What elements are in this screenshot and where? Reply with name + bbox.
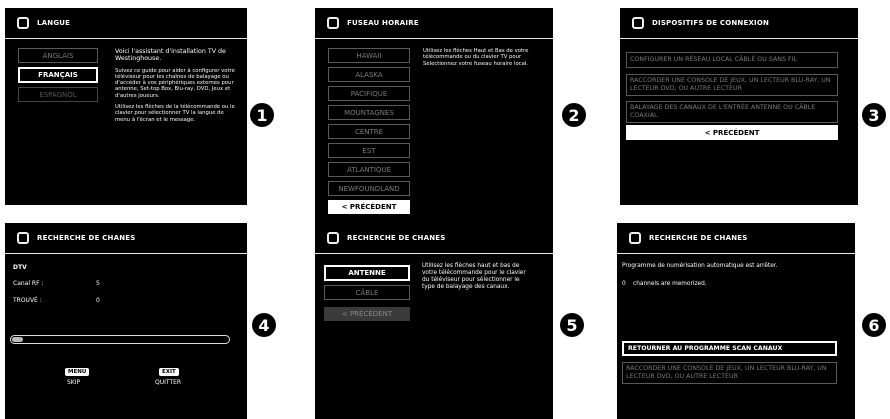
screen-title: FUSEAU HORAIRE [347, 19, 419, 27]
step-badge-4: 4 [252, 313, 276, 337]
scan-progress-fill [12, 337, 23, 342]
screen-recherche-progress: RECHERCHE DE CHANES DTV Canal RF : 5 TRO… [5, 223, 247, 419]
back-button[interactable]: < PRÉCÉDENT [324, 307, 410, 321]
screen-recherche-type: RECHERCHE DE CHANES ANTENNE CÂBLE < PRÉC… [315, 223, 553, 419]
option-espagnol[interactable]: ESPAGNOL [18, 87, 98, 102]
exit-key[interactable]: EXIT [159, 368, 179, 376]
step-badge-2: 2 [562, 103, 586, 127]
checkbox-icon [629, 232, 641, 244]
option-anglais[interactable]: ANGLAIS [18, 48, 98, 63]
header-divider [620, 38, 858, 39]
checkbox-icon [327, 232, 339, 244]
screen-fuseau-horaire: FUSEAU HORAIRE HAWAII ALASKA PACIFIQUE M… [315, 8, 553, 237]
screen-header: DISPOSITIFS DE CONNEXION [632, 17, 769, 29]
menu-key[interactable]: MENU [65, 368, 90, 376]
screen-title: LANGUE [37, 19, 71, 27]
screen-header: LANGUE [17, 17, 70, 29]
description: Voici l'assistant d'installation TV de W… [115, 48, 239, 128]
screen-recherche-terminee: RECHERCHE DE CHANES Programme de numéris… [617, 223, 855, 419]
header-divider [617, 253, 855, 254]
desc-guide: Suivez ce guide pour aider à configurer … [115, 67, 235, 99]
screen-title: RECHERCHE DE CHANES [347, 234, 446, 242]
checkbox-icon [17, 232, 29, 244]
header-divider [315, 38, 553, 39]
description: Utilisez les flèches Haut et Bas de votr… [423, 48, 529, 67]
screen-title: RECHERCHE DE CHANES [649, 234, 748, 242]
skip-label: SKIP [67, 379, 81, 386]
scan-progress-bar [10, 335, 230, 344]
option-retourner-scan[interactable]: RETOURNER AU PROGRAMME SCAN CANAUX [622, 341, 837, 356]
tz-option-alaska[interactable]: ALASKA [328, 67, 410, 82]
screen-langue: LANGUE ANGLAIS FRANÇAIS ESPAGNOL Voici l… [5, 8, 247, 205]
option-francais[interactable]: FRANÇAIS [18, 67, 98, 83]
back-button[interactable]: < PRÉCÉDENT [626, 125, 838, 140]
screen-title: DISPOSITIFS DE CONNEXION [652, 19, 770, 27]
desc-intro: Voici l'assistant d'installation TV de W… [115, 48, 226, 63]
step-badge-6: 6 [862, 313, 886, 337]
tz-option-pacifique[interactable]: PACIFIQUE [328, 86, 410, 101]
trouve-value: 0 [96, 297, 100, 304]
checkbox-icon [632, 17, 644, 29]
checkbox-icon [17, 17, 29, 29]
screen-header: FUSEAU HORAIRE [327, 17, 419, 29]
desc-instructions: Utilisez les flèches de la télécommande … [115, 104, 235, 123]
step-badge-3: 3 [862, 103, 886, 127]
channels-memorized-text: 0 channels are memorized. [622, 281, 707, 287]
tz-option-atlantique[interactable]: ATLANTIQUE [328, 162, 410, 177]
option-raccorder-console[interactable]: RACCORDER UNE CONSOLE DE JEUX, UN LECTEU… [622, 362, 837, 384]
canal-rf-label: Canal RF : [13, 280, 44, 287]
quitter-label: QUITTER [155, 379, 182, 386]
tz-option-hawaii[interactable]: HAWAII [328, 48, 410, 63]
step-badge-1: 1 [250, 103, 274, 127]
checkbox-icon [327, 17, 339, 29]
screen-header: RECHERCHE DE CHANES [17, 232, 135, 244]
canal-rf-value: 5 [96, 280, 100, 287]
screen-title: RECHERCHE DE CHANES [37, 234, 136, 242]
description: Utilisez les flèches haut et bas de votr… [422, 263, 526, 290]
trouve-label: TROUVÉ : [13, 297, 42, 304]
header-divider [315, 253, 553, 254]
header-divider [5, 38, 247, 39]
tz-option-mountagnes[interactable]: MOUNTAGNES [328, 105, 410, 120]
tz-option-newfoundland[interactable]: NEWFOUNDLAND [328, 181, 410, 196]
option-reseau-local[interactable]: CONFIGURER UN RÉSEAU LOCAL CÂBLÉ OU SANS… [626, 52, 838, 68]
step-badge-5: 5 [560, 313, 584, 337]
option-cable[interactable]: CÂBLE [324, 285, 410, 300]
screen-dispositifs-connexion: DISPOSITIFS DE CONNEXION CONFIGURER UN R… [620, 8, 858, 205]
option-balayage-canaux[interactable]: BALAYAGE DES CANAUX DE L'ENTRÉE ANTENNE … [626, 101, 838, 123]
option-raccorder-console[interactable]: RACCORDER UNE CONSOLE DE JEUX, UN LECTEU… [626, 74, 838, 96]
header-divider [5, 253, 247, 254]
option-antenne[interactable]: ANTENNE [324, 265, 410, 281]
back-button[interactable]: < PRÉCÉDENT [328, 200, 410, 214]
tz-option-centre[interactable]: CENTRE [328, 124, 410, 139]
scan-status-text: Programme de numérisation automatique es… [622, 263, 778, 269]
screen-header: RECHERCHE DE CHANES [327, 232, 445, 244]
dtv-label: DTV [13, 264, 27, 271]
screen-header: RECHERCHE DE CHANES [629, 232, 747, 244]
tz-option-est[interactable]: EST [328, 143, 410, 158]
